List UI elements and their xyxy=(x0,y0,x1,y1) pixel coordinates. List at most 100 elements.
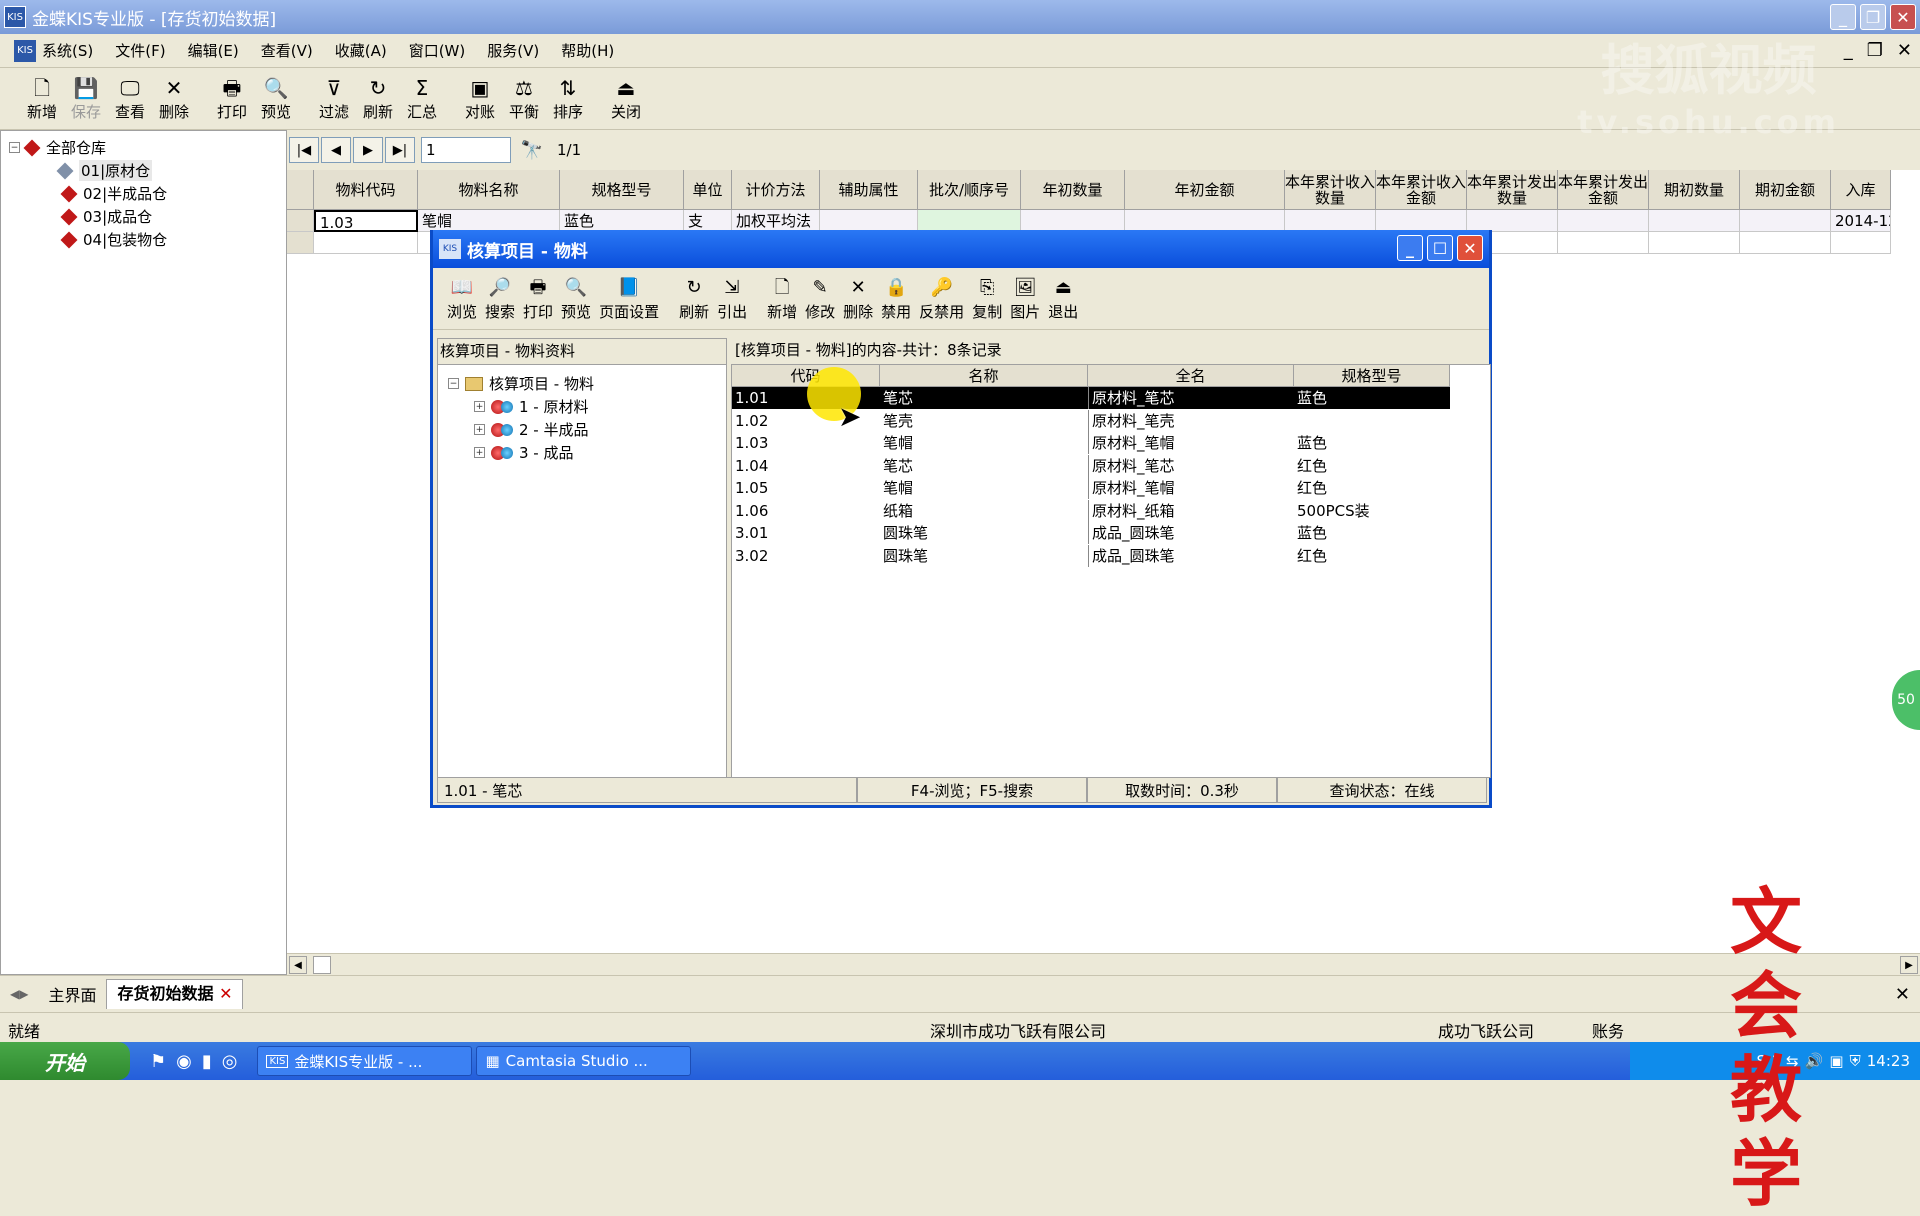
grid-cell[interactable] xyxy=(1285,210,1376,232)
menu-window[interactable]: 窗口(W) xyxy=(409,40,466,61)
list-row[interactable]: 1.04 笔芯 原材料_笔芯 红色 xyxy=(732,454,1450,477)
toolbar-sort-button[interactable]: ⇅ 排序 xyxy=(546,68,590,129)
toolbar-new-button[interactable]: 🗋 新增 xyxy=(20,68,64,129)
page-input[interactable]: 1 xyxy=(421,137,511,163)
minimize-button[interactable]: _ xyxy=(1830,4,1856,30)
grid-cell[interactable] xyxy=(1125,210,1285,232)
list-row[interactable]: 1.06 纸箱 原材料_纸箱 500PCS装 xyxy=(732,499,1450,522)
toolbar-save-button[interactable]: 💾 保存 xyxy=(64,68,108,129)
row-header[interactable] xyxy=(287,232,314,254)
mdi-restore-icon[interactable]: ❐ xyxy=(1867,40,1883,61)
grid-header-15[interactable]: 入库 xyxy=(1831,170,1891,210)
dialog-maximize-button[interactable]: ☐ xyxy=(1427,235,1453,261)
grid-header-0[interactable]: 物料代码 xyxy=(314,170,418,210)
menu-favorites[interactable]: 收藏(A) xyxy=(335,40,387,61)
tree-item-04[interactable]: 04|包装物仓 xyxy=(60,229,167,250)
grid-cell[interactable] xyxy=(1021,210,1125,232)
grid-header-4[interactable]: 计价方法 xyxy=(732,170,820,210)
start-button[interactable]: 开始 xyxy=(0,1042,130,1080)
dialog-refresh-button[interactable]: ↻ 刷新 xyxy=(675,268,713,329)
list-header-1[interactable]: 名称 xyxy=(880,365,1088,387)
grid-header-3[interactable]: 单位 xyxy=(684,170,732,210)
toolbar-delete-button[interactable]: ✕ 删除 xyxy=(152,68,196,129)
next-record-button[interactable]: ▶ xyxy=(353,137,383,163)
horizontal-scrollbar[interactable]: ◀ ▶ xyxy=(287,953,1920,975)
collapse-icon[interactable]: − xyxy=(448,378,459,389)
tab-scroll-icon[interactable]: ◀▶ xyxy=(0,987,38,1001)
row-header[interactable] xyxy=(287,210,314,232)
dialog-page-setup-button[interactable]: 📘 页面设置 xyxy=(595,268,663,329)
tab-inventory-initial[interactable]: 存货初始数据 ✕ xyxy=(106,979,244,1009)
tree-item-03[interactable]: 03|成品仓 xyxy=(60,206,152,227)
tree-item-01[interactable]: 01|原材仓 xyxy=(56,160,153,181)
toolbar-close-button[interactable]: ⏏ 关闭 xyxy=(604,68,648,129)
tree-item-02[interactable]: 02|半成品仓 xyxy=(60,183,167,204)
menu-help[interactable]: 帮助(H) xyxy=(561,40,614,61)
dialog-copy-button[interactable]: ⎘ 复制 xyxy=(968,268,1006,329)
dialog-picture-button[interactable]: 🖼 图片 xyxy=(1006,268,1044,329)
list-row[interactable]: 3.02 圆珠笔 成品_圆珠笔 红色 xyxy=(732,544,1450,567)
grid-header-1[interactable]: 物料名称 xyxy=(418,170,560,210)
grid-cell[interactable]: 蓝色 xyxy=(560,210,684,232)
grid-cell[interactable]: 笔帽 xyxy=(418,210,560,232)
grid-cell-empty[interactable] xyxy=(1649,232,1740,254)
close-button[interactable]: ✕ xyxy=(1890,4,1916,30)
desktop-icon[interactable]: ▮ xyxy=(202,1051,212,1072)
toolbar-preview-button[interactable]: 🔍 预览 xyxy=(254,68,298,129)
grid-cell[interactable] xyxy=(1558,210,1649,232)
grid-cell[interactable] xyxy=(820,210,918,232)
dialog-search-button[interactable]: 🔎 搜索 xyxy=(481,268,519,329)
grid-cell[interactable]: 1.03 xyxy=(314,210,418,232)
grid-header-5[interactable]: 辅助属性 xyxy=(820,170,918,210)
grid-cell[interactable]: 2014-12 xyxy=(1831,210,1891,232)
grid-header-13[interactable]: 期初数量 xyxy=(1649,170,1740,210)
dialog-export-button[interactable]: ⇲ 引出 xyxy=(713,268,751,329)
dialog-new-button[interactable]: 🗋 新增 xyxy=(763,268,801,329)
last-record-button[interactable]: ▶| xyxy=(385,137,415,163)
grid-header-8[interactable]: 年初金额 xyxy=(1125,170,1285,210)
task-camtasia[interactable]: ▦ Camtasia Studio ... xyxy=(476,1046,692,1076)
expand-icon[interactable]: + xyxy=(474,447,485,458)
grid-header-2[interactable]: 规格型号 xyxy=(560,170,684,210)
scroll-thumb[interactable] xyxy=(313,956,331,974)
dialog-unlock-button[interactable]: 🔑 反禁用 xyxy=(915,268,968,329)
dialog-edit-button[interactable]: ✎ 修改 xyxy=(801,268,839,329)
list-row[interactable]: 1.03 笔帽 原材料_笔帽 蓝色 xyxy=(732,432,1450,454)
first-record-button[interactable]: |◀ xyxy=(289,137,319,163)
toolbar-balance-button[interactable]: ⚖ 平衡 xyxy=(502,68,546,129)
scroll-left-icon[interactable]: ◀ xyxy=(289,956,307,974)
dialog-tree-item-1[interactable]: + 1 - 原材料 xyxy=(474,396,589,417)
toolbar-refresh-button[interactable]: ↻ 刷新 xyxy=(356,68,400,129)
dialog-browse-button[interactable]: 📖 浏览 xyxy=(443,268,481,329)
tree-root[interactable]: − 全部仓库 xyxy=(9,137,106,158)
tabs-close-icon[interactable]: ✕ xyxy=(1895,984,1910,1005)
grid-header-14[interactable]: 期初金额 xyxy=(1740,170,1831,210)
grid-cell[interactable]: 加权平均法 xyxy=(732,210,820,232)
menu-view[interactable]: 查看(V) xyxy=(261,40,313,61)
toolbar-reconcile-button[interactable]: ▣ 对账 xyxy=(458,68,502,129)
grid-header-10[interactable]: 本年累计收入金额 xyxy=(1376,170,1467,210)
toolbar-sum-button[interactable]: Σ 汇总 xyxy=(400,68,444,129)
toolbar-print-button[interactable]: 🖶 打印 xyxy=(210,68,254,129)
mdi-minimize-icon[interactable]: _ xyxy=(1844,40,1853,61)
expand-icon[interactable]: + xyxy=(474,401,485,412)
list-header-3[interactable]: 规格型号 xyxy=(1294,365,1450,387)
dialog-exit-button[interactable]: ⏏ 退出 xyxy=(1044,268,1082,329)
ie-icon[interactable]: ◉ xyxy=(176,1051,192,1072)
tab-close-icon[interactable]: ✕ xyxy=(219,984,232,1003)
toolbar-filter-button[interactable]: ⊽ 过滤 xyxy=(312,68,356,129)
dialog-tree-root[interactable]: − 核算项目 - 物料 xyxy=(448,373,594,394)
dialog-print-button[interactable]: 🖶 打印 xyxy=(519,268,557,329)
prev-record-button[interactable]: ◀ xyxy=(321,137,351,163)
grid-header-12[interactable]: 本年累计发出金额 xyxy=(1558,170,1649,210)
grid-cell[interactable] xyxy=(918,210,1021,232)
browser-icon[interactable]: ◎ xyxy=(222,1051,238,1072)
scroll-right-icon[interactable]: ▶ xyxy=(1900,956,1918,974)
toolbar-view-button[interactable]: 🖵 查看 xyxy=(108,68,152,129)
grid-cell-empty[interactable] xyxy=(1831,232,1891,254)
grid-header-9[interactable]: 本年累计收入数量 xyxy=(1285,170,1376,210)
expand-icon[interactable]: + xyxy=(474,424,485,435)
dialog-minimize-button[interactable]: _ xyxy=(1397,235,1423,261)
grid-cell[interactable]: 支 xyxy=(684,210,732,232)
grid-cell[interactable] xyxy=(1649,210,1740,232)
